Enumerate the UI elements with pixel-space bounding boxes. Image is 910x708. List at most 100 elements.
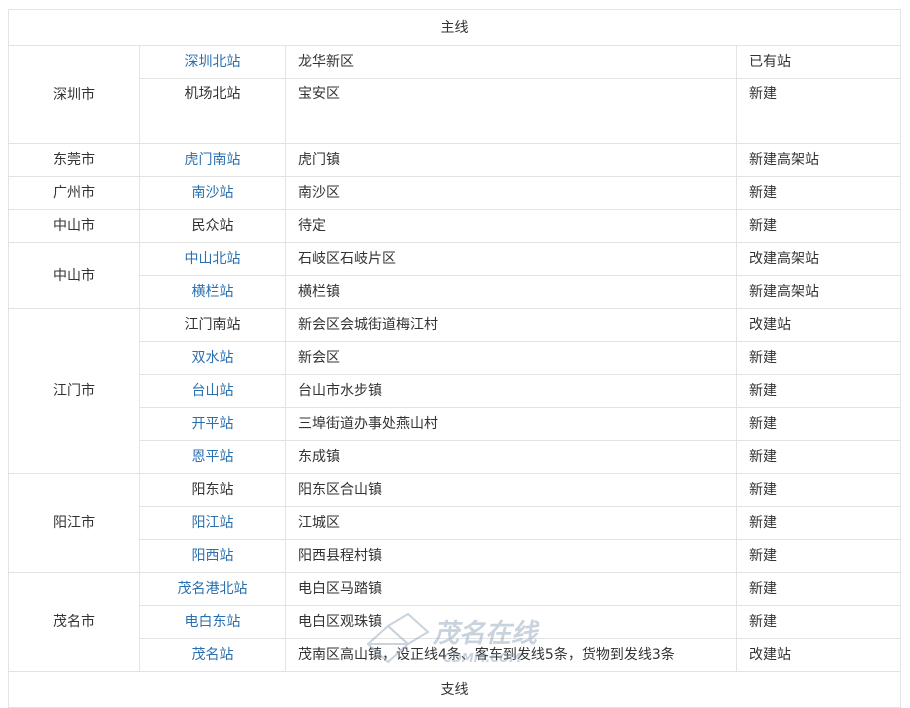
status-cell: 改建站 xyxy=(736,308,901,342)
table-row: 台山站 台山市水步镇 新建 xyxy=(9,374,901,408)
city-cell: 广州市 xyxy=(8,176,140,210)
station-cell: 中山北站 xyxy=(139,242,286,276)
status-cell: 新建 xyxy=(736,176,901,210)
station-cell: 民众站 xyxy=(139,209,286,243)
table-row: 中山市 中山北站 石岐区石岐片区 改建高架站 xyxy=(8,242,901,309)
district-cell: 新会区会城街道梅江村 xyxy=(285,308,737,342)
district-cell: 江城区 xyxy=(285,506,737,540)
status-cell: 新建 xyxy=(736,341,901,375)
station-cell: 虎门南站 xyxy=(139,143,286,177)
section-header-branch: 支线 xyxy=(8,671,901,708)
city-cell: 江门市 xyxy=(8,308,140,474)
section-header-main: 主线 xyxy=(8,9,901,46)
header-row: 主线 xyxy=(8,9,901,46)
station-link[interactable]: 茂名站 xyxy=(192,647,234,663)
district-cell: 茂南区高山镇，设正线4条、客车到发线5条，货物到发线3条 xyxy=(285,638,737,672)
status-cell: 新建 xyxy=(736,440,901,474)
table-row: 阳江站 江城区 新建 xyxy=(9,506,901,540)
station-link[interactable]: 中山北站 xyxy=(185,251,241,267)
table-row: 阳西站 阳西县程村镇 新建 xyxy=(9,539,901,573)
status-cell: 新建 xyxy=(736,78,901,144)
table-row: 茂名站 茂南区高山镇，设正线4条、客车到发线5条，货物到发线3条 改建站 xyxy=(9,638,901,672)
station-link[interactable]: 深圳北站 xyxy=(185,54,241,70)
station-link[interactable]: 阳江站 xyxy=(192,515,234,531)
table-row: 深圳市 深圳北站 龙华新区 已有站 xyxy=(8,45,901,144)
city-cell: 中山市 xyxy=(8,242,140,309)
footer-header-row: 支线 xyxy=(8,671,901,708)
station-link[interactable]: 虎门南站 xyxy=(185,152,241,168)
district-cell: 台山市水步镇 xyxy=(285,374,737,408)
status-cell: 新建高架站 xyxy=(736,143,901,177)
station-cell: 双水站 xyxy=(139,341,286,375)
status-cell: 新建 xyxy=(736,572,901,606)
district-cell: 电白区马踏镇 xyxy=(285,572,737,606)
status-cell: 改建高架站 xyxy=(736,242,901,276)
station-name: 机场北站 xyxy=(184,86,241,102)
station-cell: 茂名港北站 xyxy=(139,572,286,606)
status-cell: 新建 xyxy=(736,407,901,441)
station-cell: 深圳北站 xyxy=(139,45,286,79)
station-cell: 茂名站 xyxy=(139,638,286,672)
district-cell: 电白区观珠镇 xyxy=(285,605,737,639)
city-cell: 深圳市 xyxy=(8,45,140,144)
table-row: 中山市 民众站 待定 新建 xyxy=(8,209,901,243)
station-cell: 南沙站 xyxy=(139,176,286,210)
station-cell: 横栏站 xyxy=(139,275,286,309)
station-link[interactable]: 横栏站 xyxy=(192,284,234,300)
city-cell: 东莞市 xyxy=(8,143,140,177)
table-row: 电白东站 电白区观珠镇 新建 xyxy=(9,605,901,639)
table-row: 恩平站 东成镇 新建 xyxy=(9,440,901,474)
district-cell: 待定 xyxy=(285,209,737,243)
district-cell: 三埠街道办事处燕山村 xyxy=(285,407,737,441)
station-cell: 阳东站 xyxy=(139,473,286,507)
station-cell: 台山站 xyxy=(139,374,286,408)
station-link[interactable]: 恩平站 xyxy=(192,449,234,465)
district-cell: 龙华新区 xyxy=(285,45,737,79)
station-link[interactable]: 阳西站 xyxy=(192,548,234,564)
station-cell: 开平站 xyxy=(139,407,286,441)
station-link[interactable]: 茂名港北站 xyxy=(178,581,248,597)
station-cell: 江门南站 xyxy=(139,308,286,342)
station-cell: 恩平站 xyxy=(139,440,286,474)
station-link[interactable]: 双水站 xyxy=(192,350,234,366)
station-link[interactable]: 电白东站 xyxy=(185,614,241,630)
status-cell: 新建高架站 xyxy=(736,275,901,309)
table-row: 茂名市 茂名港北站 电白区马踏镇 新建 xyxy=(8,572,901,672)
status-cell: 新建 xyxy=(736,539,901,573)
station-cell: 阳江站 xyxy=(139,506,286,540)
table-row: 东莞市 虎门南站 虎门镇 新建高架站 xyxy=(8,143,901,177)
status-cell: 新建 xyxy=(736,374,901,408)
station-name: 民众站 xyxy=(191,218,234,234)
status-cell: 新建 xyxy=(736,506,901,540)
table-row: 阳江市 阳东站 阳东区合山镇 新建 xyxy=(8,473,901,573)
station-link[interactable]: 台山站 xyxy=(192,383,234,399)
table-row: 机场北站 宝安区 新建 xyxy=(9,78,901,144)
district-cell: 南沙区 xyxy=(285,176,737,210)
city-cell: 茂名市 xyxy=(8,572,140,672)
station-name: 阳东站 xyxy=(191,482,234,498)
district-cell: 阳西县程村镇 xyxy=(285,539,737,573)
district-cell: 石岐区石岐片区 xyxy=(285,242,737,276)
district-cell: 横栏镇 xyxy=(285,275,737,309)
station-cell: 机场北站 xyxy=(139,78,286,144)
district-cell: 新会区 xyxy=(285,341,737,375)
status-cell: 新建 xyxy=(736,209,901,243)
status-cell: 新建 xyxy=(736,473,901,507)
table-row: 双水站 新会区 新建 xyxy=(9,341,901,375)
district-cell: 虎门镇 xyxy=(285,143,737,177)
station-link[interactable]: 开平站 xyxy=(192,416,234,432)
status-cell: 已有站 xyxy=(736,45,901,79)
station-link[interactable]: 南沙站 xyxy=(192,185,234,201)
district-cell: 阳东区合山镇 xyxy=(285,473,737,507)
table-row: 开平站 三埠街道办事处燕山村 新建 xyxy=(9,407,901,441)
table-row: 横栏站 横栏镇 新建高架站 xyxy=(9,275,901,309)
status-cell: 改建站 xyxy=(736,638,901,672)
city-cell: 阳江市 xyxy=(8,473,140,573)
district-cell: 东成镇 xyxy=(285,440,737,474)
table-row: 江门市 江门南站 新会区会城街道梅江村 改建站 xyxy=(8,308,901,474)
table-row: 广州市 南沙站 南沙区 新建 xyxy=(8,176,901,210)
city-cell: 中山市 xyxy=(8,209,140,243)
station-cell: 电白东站 xyxy=(139,605,286,639)
station-cell: 阳西站 xyxy=(139,539,286,573)
station-table: 主线 深圳市 深圳北站 龙华新区 已有站 机场北站 宝安区 新建 东莞市 虎门南站 虎门镇 新建高架… xyxy=(8,9,901,708)
